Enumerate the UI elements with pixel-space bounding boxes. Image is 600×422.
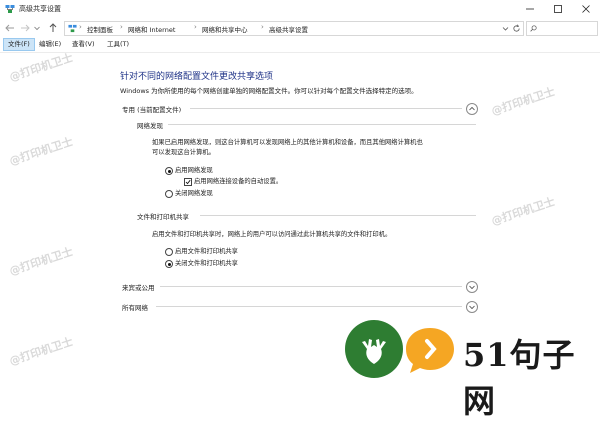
breadcrumb-separator: ›: [194, 23, 197, 31]
address-row: › 控制面板 › 网络和 Internet › 网络和共享中心 › 高级共享设置: [0, 18, 600, 38]
window-title: 高级共享设置: [19, 5, 61, 13]
window: 高级共享设置 › 控制面板 › 网络和 Internet › 网络和共享中心 ›…: [0, 0, 600, 420]
watermark: @打印机卫士: [7, 245, 75, 278]
expand-all-button[interactable]: [466, 301, 478, 313]
chevron-down-icon: [502, 27, 509, 31]
forward-arrow-icon: [21, 24, 30, 32]
file-printer-sharing-title: 文件和打印机共享: [137, 213, 189, 221]
search-icon: [530, 25, 537, 32]
auto-setup-label: 启用网络连接设备的自动设置。: [194, 178, 283, 185]
sharing-off-label: 关闭文件和打印机共享: [175, 260, 238, 267]
network-discovery-desc-line1: 如果已启用网络发现，则这台计算机可以发现网络上的其他计算机和设备，而且其他网络计…: [152, 139, 423, 146]
address-bar[interactable]: › 控制面板 › 网络和 Internet › 网络和共享中心 › 高级共享设置: [64, 21, 524, 36]
menu-view[interactable]: 查看(V): [68, 38, 99, 51]
auto-setup-checkbox[interactable]: [184, 178, 192, 186]
file-printer-sharing-desc: 启用文件和打印机共享时，网络上的用户可以访问通过此计算机共享的文件和打印机。: [152, 231, 392, 238]
refresh-icon: [513, 24, 520, 32]
refresh-button[interactable]: [512, 24, 521, 35]
network-location-icon: [68, 24, 77, 35]
site-logo: 51句子网: [345, 320, 600, 420]
section-divider: [190, 108, 462, 109]
section-divider: [156, 306, 462, 307]
title-bar: 高级共享设置: [0, 0, 600, 18]
forward-button[interactable]: [19, 22, 31, 34]
up-arrow-icon: [49, 23, 57, 32]
profile-private-title: 专用 (当前配置文件): [122, 106, 182, 114]
chevron-up-icon: [469, 106, 475, 111]
menu-tools[interactable]: 工具(T): [103, 38, 133, 51]
page-title: 针对不同的网络配置文件更改共享选项: [120, 72, 274, 82]
minimize-icon: [526, 8, 534, 10]
breadcrumb-separator: ›: [120, 23, 123, 31]
close-button[interactable]: [572, 0, 600, 18]
sharing-on-label: 启用文件和打印机共享: [175, 248, 238, 255]
profile-all-title: 所有网络: [122, 304, 148, 312]
deer-logo-icon: [345, 320, 403, 378]
checkmark-icon: [185, 179, 191, 185]
up-button[interactable]: [47, 22, 59, 34]
subsection-divider: [168, 124, 476, 125]
back-arrow-icon: [5, 24, 14, 32]
breadcrumb-network-sharing-center[interactable]: 网络和共享中心: [202, 24, 248, 34]
network-discovery-desc-line2: 可以发现这台计算机。: [152, 149, 215, 156]
search-box[interactable]: [526, 21, 598, 36]
speech-bubble-icon: [403, 324, 457, 376]
watermark: @打印机卫士: [7, 335, 75, 368]
discovery-on-label: 启用网络发现: [175, 167, 213, 174]
breadcrumb-separator: ›: [261, 23, 264, 31]
profile-guest-title: 来宾或公用: [122, 284, 155, 292]
close-icon: [582, 5, 590, 13]
breadcrumb-control-panel[interactable]: 控制面板: [87, 24, 113, 34]
watermark: @打印机卫士: [489, 195, 557, 228]
watermark: @打印机卫士: [489, 85, 557, 118]
section-divider: [160, 286, 462, 287]
discovery-off-radio[interactable]: [165, 190, 173, 198]
discovery-on-radio[interactable]: [165, 167, 173, 175]
maximize-icon: [554, 5, 562, 13]
chevron-down-icon: [469, 305, 475, 310]
address-dropdown-button[interactable]: [502, 25, 509, 34]
subsection-divider: [200, 215, 476, 216]
page-description: Windows 为你所使用的每个网络创建单独的网络配置文件。你可以针对每个配置文…: [120, 87, 418, 95]
network-discovery-title: 网络发现: [137, 122, 163, 130]
sharing-off-radio[interactable]: [165, 260, 173, 268]
watermark: @打印机卫士: [7, 51, 75, 84]
logo-brand-text: 51句子网: [463, 336, 576, 420]
collapse-private-button[interactable]: [466, 103, 478, 115]
search-input[interactable]: [539, 23, 594, 33]
discovery-off-label: 关闭网络发现: [175, 190, 213, 197]
watermark: @打印机卫士: [7, 135, 75, 168]
breadcrumb-advanced-sharing[interactable]: 高级共享设置: [269, 24, 308, 34]
breadcrumb-network-internet[interactable]: 网络和 Internet: [128, 24, 175, 34]
menu-bar: 文件(F) 编辑(E) 查看(V) 工具(T): [0, 38, 600, 53]
menu-file[interactable]: 文件(F): [3, 38, 35, 51]
sharing-on-radio[interactable]: [165, 248, 173, 256]
expand-guest-button[interactable]: [466, 281, 478, 293]
menu-edit[interactable]: 编辑(E): [35, 38, 65, 51]
breadcrumb-separator: ›: [79, 23, 82, 31]
back-button[interactable]: [4, 22, 16, 34]
chevron-down-icon: [469, 285, 475, 290]
minimize-button[interactable]: [516, 0, 544, 18]
chevron-down-icon: [34, 26, 40, 31]
recent-locations-button[interactable]: [33, 22, 41, 34]
maximize-button[interactable]: [544, 0, 572, 18]
network-app-icon: [5, 4, 15, 14]
